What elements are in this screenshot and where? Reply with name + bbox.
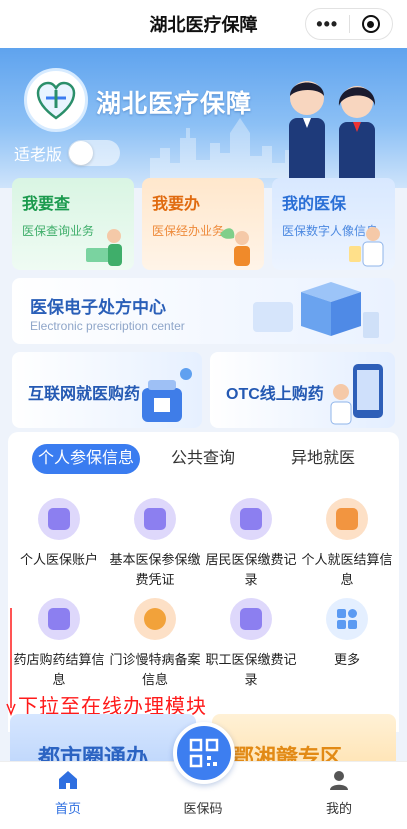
close-miniprogram-button[interactable]	[349, 15, 392, 33]
page-title: 湖北医疗保障	[149, 15, 258, 35]
tabbar-label: 我的	[325, 801, 352, 816]
home-icon	[28, 768, 108, 792]
tab-personal-insurance[interactable]: 个人参保信息	[32, 444, 140, 474]
tabbar-label: 医保码	[183, 801, 223, 816]
quick-card-query[interactable]: 我要查 医保查询业务	[12, 178, 134, 270]
service-label: 更多	[333, 652, 360, 667]
id-card-icon	[230, 598, 272, 640]
internet-medical-purchase-banner[interactable]: 互联网就医购药	[12, 352, 202, 428]
service-label: 门诊慢特病备案信息	[109, 652, 201, 687]
service-payment-certificate[interactable]: 基本医保参保缴费凭证	[107, 498, 203, 590]
elder-mode-switch[interactable]: 适老版	[14, 140, 121, 166]
quick-card-my-insurance[interactable]: 我的医保 医保数字人像信息	[272, 178, 395, 270]
service-label: 药店购药结算信息	[13, 652, 105, 687]
quick-card-title: 我要办	[152, 196, 201, 213]
sun-icon	[134, 598, 176, 640]
service-label: 个人就医结算信息	[301, 552, 393, 587]
elder-mode-label: 适老版	[14, 147, 63, 164]
yuan-bag-icon	[326, 498, 368, 540]
document-icon	[134, 498, 176, 540]
service-medical-settlement[interactable]: 个人就医结算信息	[299, 498, 395, 590]
service-label: 基本医保参保缴费凭证	[109, 552, 201, 587]
tabbar-item-mine[interactable]: 我的	[299, 768, 379, 817]
service-more[interactable]: 更多	[299, 598, 395, 670]
service-label: 职工医保缴费记录	[205, 652, 297, 687]
scroll-down-arrow-icon	[6, 608, 16, 717]
person-leaf-illustration-icon	[220, 228, 250, 266]
hero-banner: 湖北医疗保障 适老版	[0, 48, 407, 188]
banner-title: 医保电子处方中心	[30, 298, 166, 317]
medicine-illustration-icon	[142, 368, 192, 422]
tabbar-item-home[interactable]: 首页	[28, 768, 108, 817]
grid-icon	[326, 598, 368, 640]
service-personal-account[interactable]: 个人医保账户	[11, 498, 107, 570]
banner-subtitle: Electronic prescription center	[30, 319, 185, 333]
qr-code-icon	[189, 738, 219, 768]
service-chronic-disease-record[interactable]: 门诊慢特病备案信息	[107, 598, 203, 690]
e-prescription-banner[interactable]: 医保电子处方中心 Electronic prescription center	[12, 278, 395, 344]
tabbar-label: 首页	[54, 801, 81, 816]
tab-out-of-town-medical[interactable]: 异地就医	[278, 444, 368, 474]
laptop-illustration-icon	[86, 229, 122, 266]
user-icon	[299, 768, 379, 792]
quick-card-title: 我的医保	[282, 196, 347, 213]
yuan-record-icon	[230, 498, 272, 540]
service-resident-payment-record[interactable]: 居民医保缴费记录	[203, 498, 299, 590]
otc-online-purchase-banner[interactable]: OTC线上购药	[210, 352, 395, 428]
quick-card-title: 我要查	[22, 196, 71, 213]
service-label: 个人医保账户	[19, 552, 98, 567]
service-tabs: 个人参保信息 公共查询 异地就医	[8, 442, 399, 476]
quick-card-handle[interactable]: 我要办 医保经办业务	[142, 178, 264, 270]
banner-title: OTC线上购药	[226, 386, 324, 403]
tab-public-query[interactable]: 公共查询	[158, 444, 248, 474]
brand-title: 湖北医疗保障	[96, 90, 253, 118]
miniprogram-capsule: •••	[305, 8, 393, 40]
top-nav-bar: 湖北医疗保障 •••	[0, 0, 407, 48]
target-icon	[361, 15, 380, 33]
toggle-switch[interactable]	[68, 140, 121, 166]
staff-mascots-illustration	[289, 81, 376, 188]
service-employee-payment-record[interactable]: 职工医保缴费记录	[203, 598, 299, 690]
wallet-icon	[38, 498, 80, 540]
doctor-illustration-icon	[349, 227, 384, 267]
prescription-cube-illustration-icon	[253, 282, 379, 338]
hubei-medical-security-logo	[24, 68, 88, 132]
banner-title: 互联网就医购药	[28, 386, 141, 403]
service-pharmacy-settlement[interactable]: 药店购药结算信息	[11, 598, 107, 690]
service-label: 居民医保缴费记录	[205, 552, 297, 587]
tabbar-item-medical-code[interactable]: 医保码	[163, 792, 243, 817]
phone-doctor-illustration-icon	[330, 364, 383, 425]
more-menu-button[interactable]: •••	[306, 10, 349, 38]
medical-qr-code-button[interactable]	[173, 722, 235, 784]
yuan-receipt-icon	[38, 598, 80, 640]
service-tabs-panel: 个人参保信息 公共查询 异地就医 个人医保账户 基本医保参保缴费凭证 居民医保缴…	[8, 432, 399, 732]
